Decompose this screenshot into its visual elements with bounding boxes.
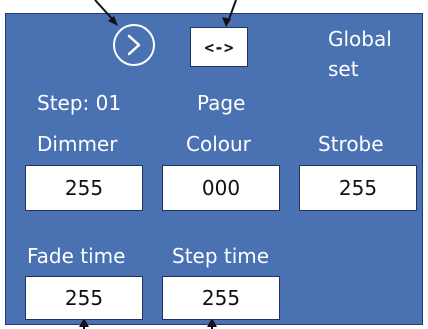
page-button[interactable]: <->: [190, 27, 248, 67]
strobe-label: Strobe: [318, 132, 384, 156]
strobe-value-field[interactable]: 255: [299, 165, 417, 211]
step-time-label: Step time: [172, 244, 270, 268]
fade-time-label: Fade time: [27, 244, 126, 268]
fade-time-value-field[interactable]: 255: [25, 276, 143, 320]
chevron-right-icon: [127, 34, 141, 56]
step-time-value: 255: [201, 286, 241, 310]
colour-label: Colour: [186, 132, 251, 156]
next-step-button[interactable]: [113, 24, 155, 66]
step-label: Step: 01: [37, 91, 122, 115]
strobe-value: 255: [338, 176, 378, 200]
dimmer-label: Dimmer: [37, 132, 118, 156]
global-set-button-line1[interactable]: Global: [328, 29, 392, 49]
step-time-value-field[interactable]: 255: [162, 276, 280, 320]
dimmer-value: 255: [64, 176, 104, 200]
page-label: Page: [197, 91, 246, 115]
page-button-label: <->: [204, 37, 234, 57]
colour-value-field[interactable]: 000: [162, 165, 280, 211]
dimmer-value-field[interactable]: 255: [25, 165, 143, 211]
fade-time-value: 255: [64, 286, 104, 310]
colour-value: 000: [201, 176, 241, 200]
global-set-button-line2[interactable]: set: [328, 59, 359, 79]
